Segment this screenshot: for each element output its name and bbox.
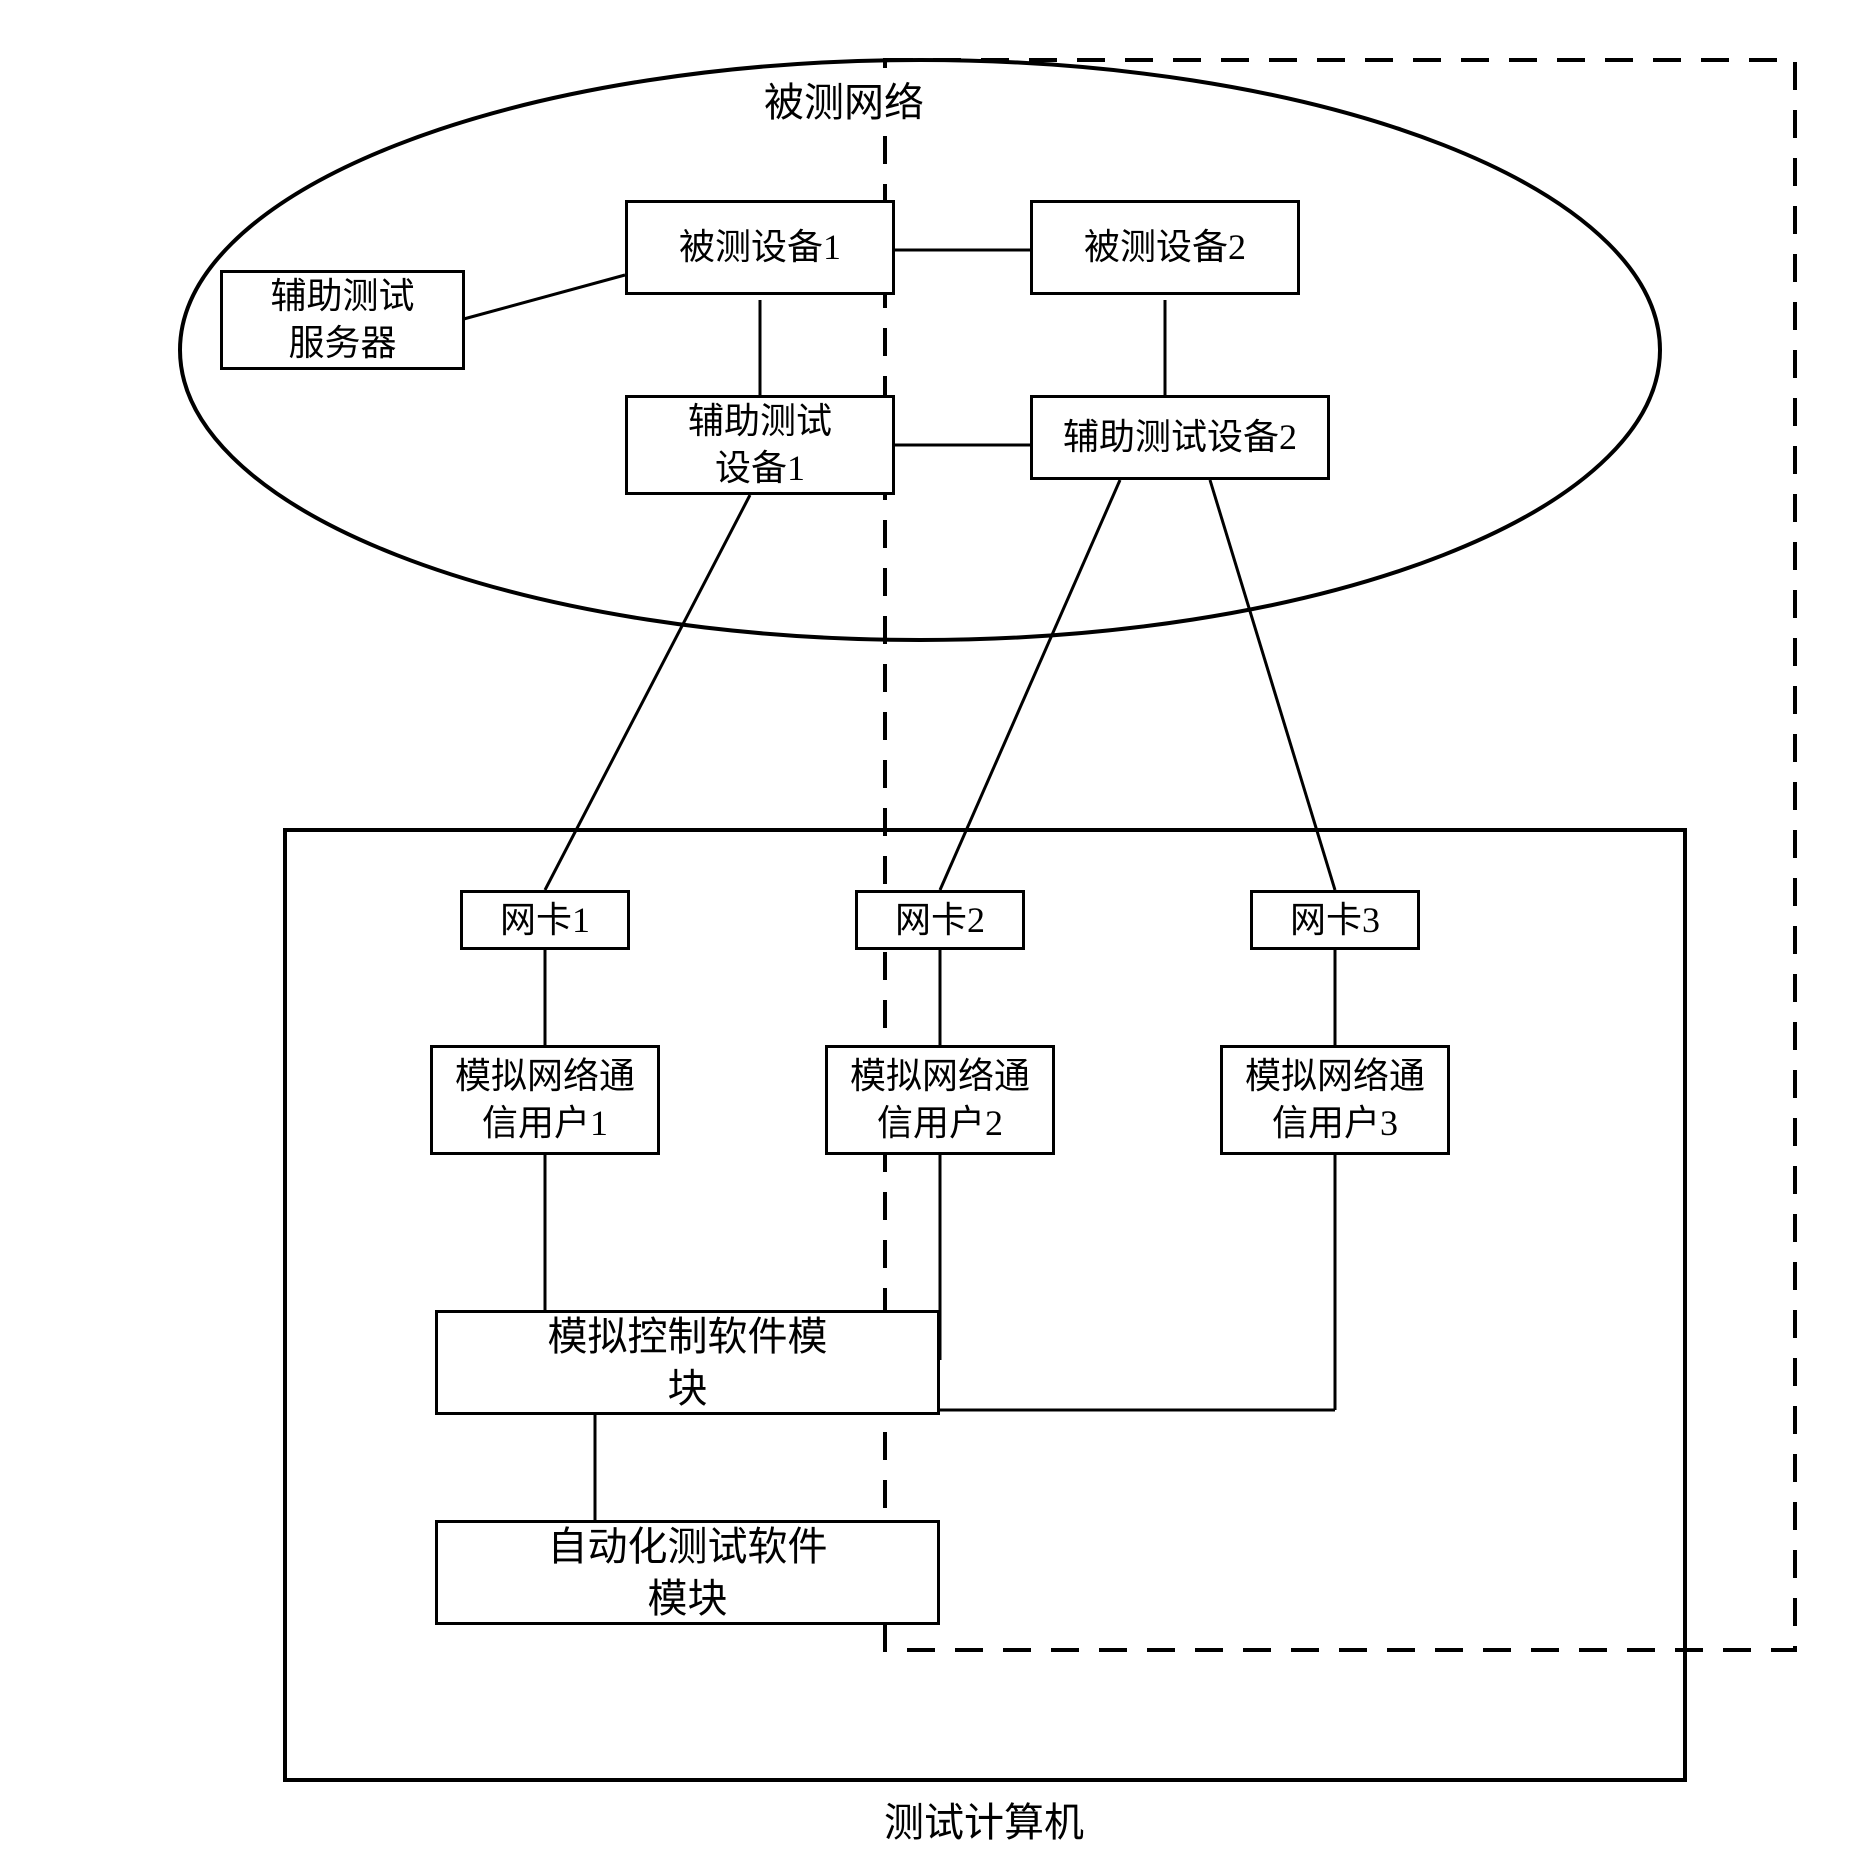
auto-test-box: 自动化测试软件 模块 [435,1520,940,1625]
sim-ctrl-box: 模拟控制软件模 块 [435,1310,940,1415]
test-computer-label: 测试计算机 [880,1790,1088,1848]
tested-network-label: 被测网络 [760,70,928,128]
nic1-box: 网卡1 [460,890,630,950]
dashed-boundary [885,60,1795,1650]
aux-dev1-box: 辅助测试 设备1 [625,395,895,495]
aux-dev2-box: 辅助测试设备2 [1030,395,1330,480]
nic2-box: 网卡2 [855,890,1025,950]
aux-test-server-box: 辅助测试 服务器 [220,270,465,370]
sim-user1-box: 模拟网络通 信用户1 [430,1045,660,1155]
dut1-box: 被测设备1 [625,200,895,295]
sim-user2-box: 模拟网络通 信用户2 [825,1045,1055,1155]
test-computer-frame [285,830,1685,1780]
dut2-box: 被测设备2 [1030,200,1300,295]
sim-user3-box: 模拟网络通 信用户3 [1220,1045,1450,1155]
nic3-box: 网卡3 [1250,890,1420,950]
